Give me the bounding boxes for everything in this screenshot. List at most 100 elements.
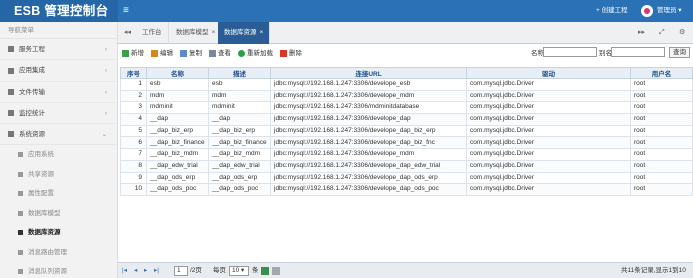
chevron-icon: ⌄ [101,131,107,139]
table-cell: com.mysql.jdbc.Driver [466,183,631,196]
table-cell: com.mysql.jdbc.Driver [466,148,631,161]
alias-filter-input[interactable] [611,47,665,57]
sidebar-subitem-label: 消息队列资源 [28,268,67,276]
sidebar-subitem[interactable]: 共享资源 [0,165,117,185]
table-cell: jdbc:mysql://192.168.1.247:3306/develope… [270,89,467,103]
user-avatar-icon[interactable] [641,5,653,17]
table-cell: com.mysql.jdbc.Driver [466,159,631,173]
per-page-select[interactable]: 10 ▾ [229,266,249,276]
sidebar-group-item[interactable]: 监控统计 ‹ [0,103,117,125]
table-cell: mdm [146,89,209,103]
first-page-icon[interactable]: |◂ [122,263,127,278]
table-row[interactable]: 2 mdm mdm jdbc:mysql://192.168.1.247:3306/d… [120,89,693,103]
fullscreen-icon[interactable]: ⤢ [659,22,665,44]
view-button[interactable]: 查看 [209,44,231,64]
tab-item[interactable]: 数据库资源 × [218,22,271,44]
sidebar-subitem-label: 共享资源 [28,170,54,178]
edit-button[interactable]: 编辑 [151,44,173,64]
table-cell: 7 [120,148,147,161]
table-row[interactable]: 7 __dap_biz_mdm __dap_biz_mdm jdbc:mysql://… [120,148,693,161]
sidebar-group-label: 应用集成 [19,67,45,75]
tab-label: 工作台 [142,29,162,36]
sidebar-group-item[interactable]: 服务工程 ‹ [0,39,117,61]
sidebar-subitem[interactable]: 属性配置 [0,184,117,204]
table-cell: 8 [120,159,147,173]
sidebar-subitem[interactable]: 数据库模型 [0,204,117,224]
prev-page-icon[interactable]: ◂ [134,263,137,278]
sidebar-subitem-label: 消息路由管理 [28,248,67,256]
edit-icon [151,49,158,57]
tab-label: 数据库资源 [224,29,257,36]
table-row[interactable]: 6 __dap_biz_finance __dap_biz_finance jdbc:… [120,136,693,150]
table-cell: __dap_edw_trial [208,159,271,173]
submenu-icon [18,249,23,255]
create-project-button[interactable]: + 创建工程 [596,0,628,22]
table-cell: __dap_ods_poc [208,183,271,196]
table-row[interactable]: 10 __dap_ods_poc __dap_ods_poc jdbc:mysql:/… [120,183,693,196]
tab-item[interactable]: 工作台 [136,22,169,44]
column-header[interactable]: 连接URL [270,67,467,79]
tab-close-icon[interactable]: × [212,29,216,36]
table-row[interactable]: 1 esb esb jdbc:mysql://192.168.1.247:3306/d… [120,78,693,91]
table-cell: root [630,136,693,150]
last-page-icon[interactable]: ▸| [154,263,159,278]
name-filter-input[interactable] [543,47,597,57]
tab-scroll-right-icon[interactable]: ▸▸ [638,22,645,44]
table-cell: com.mysql.jdbc.Driver [466,136,631,150]
tab-scroll-left-icon[interactable]: ◂◂ [124,22,131,44]
app-root: ESB 管理控制台 ≡ + 创建工程 管理员 ▾ 导航菜单 服务工程 ‹ 应用集成 ‹… [0,0,693,278]
tab-close-icon[interactable]: × [260,29,264,36]
sidebar-group-item[interactable]: 应用集成 ‹ [0,60,117,82]
table-cell: __dap_biz_finance [208,136,271,150]
table-row[interactable]: 4 __dap __dap jdbc:mysql://192.168.1.247:33… [120,113,693,126]
refresh-icon[interactable] [261,267,269,275]
table-row[interactable]: 8 __dap_edw_trial __dap_edw_trial jdbc:mysq… [120,159,693,173]
table-cell: root [630,89,693,103]
table-cell: jdbc:mysql://192.168.1.247:3306/mdminitd… [270,101,467,115]
sidebar-group-item[interactable]: 文件传输 ‹ [0,82,117,103]
reload-button[interactable]: 重新加载 [238,44,273,64]
table-cell: root [630,159,693,173]
table-row[interactable]: 5 __dap_biz_erp __dap_biz_erp jdbc:mysql://… [120,124,693,138]
sidebar-subitem[interactable]: 数据库资源 [0,223,117,243]
next-page-icon[interactable]: ▸ [144,263,147,278]
column-header[interactable]: 名称 [146,67,209,79]
sidebar-group-item[interactable]: 系统资源 ⌄ [0,124,117,146]
sidebar-subitem[interactable]: 消息路由管理 [0,243,117,263]
table-cell: 1 [120,78,147,91]
column-header[interactable]: 用户名 [630,67,693,79]
sidebar-subitem[interactable]: 应用系统 [0,145,117,165]
table-cell: 5 [120,124,147,138]
page-number-input[interactable]: 1 [174,266,188,276]
delete-button[interactable]: 删除 [280,44,302,64]
sidebar-title: 导航菜单 [0,22,117,39]
table-cell: root [630,148,693,161]
chevron-icon: ‹ [104,46,107,53]
table-cell: mdminit [146,101,209,115]
column-header[interactable]: 描述 [208,67,271,79]
column-header[interactable]: 驱动 [466,67,631,79]
user-menu[interactable]: 管理员 ▾ [657,0,682,22]
query-button[interactable]: 查询 [669,47,690,58]
table-cell: __dap_biz_erp [146,124,209,138]
sidebar-subitem[interactable]: 消息队列资源 [0,262,117,278]
column-header[interactable]: 序号 [120,67,147,79]
tab-item[interactable]: 数据库模型 × [170,22,223,44]
table-cell: 3 [120,101,147,115]
menu-toggle-icon[interactable]: ≡ [123,0,129,22]
table-row[interactable]: 3 mdminit mdminit jdbc:mysql://192.168.1.24… [120,101,693,115]
settings-icon[interactable]: ⚙ [679,22,685,44]
table-cell: mdminit [208,101,271,115]
add-button[interactable]: 新增 [122,44,144,64]
table-cell: com.mysql.jdbc.Driver [466,113,631,126]
table-cell: 2 [120,89,147,103]
table-row[interactable]: 9 __dap_ods_erp __dap_ods_erp jdbc:mysql://… [120,171,693,185]
sidebar-subitem-label: 数据库模型 [28,209,61,217]
copy-button[interactable]: 复制 [180,44,202,64]
export-icon[interactable] [272,267,280,275]
table-cell: esb [146,78,209,91]
table-cell: com.mysql.jdbc.Driver [466,78,631,91]
submenu-icon [18,171,23,177]
app-logo: ESB 管理控制台 [0,0,118,22]
table-header-row: 序号 名称 描述 连接URL 驱动 用户名 [120,67,693,79]
